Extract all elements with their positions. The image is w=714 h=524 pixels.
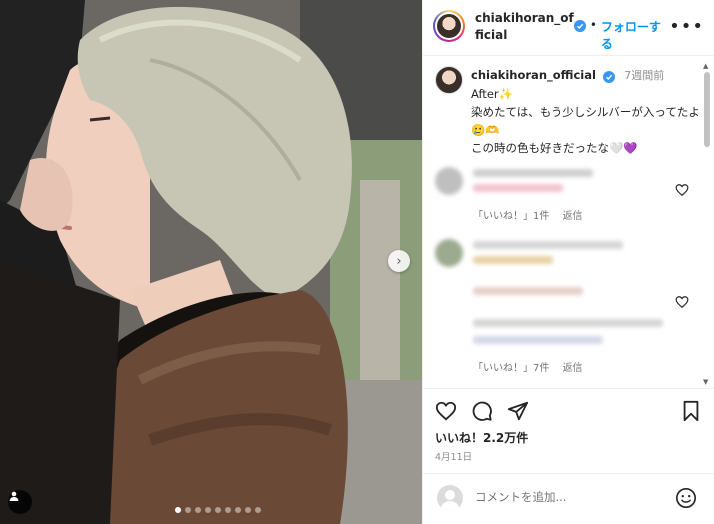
reply-button[interactable]: 返信 [563,363,583,374]
comment-blurred-text [473,241,673,264]
like-count[interactable]: いいね！2.2万件 [435,429,528,446]
comment-like-count[interactable]: 「いいね！」7件 [473,363,549,374]
carousel-dots [175,507,261,513]
comments-scrollbar[interactable]: ▲ ▼ [703,62,711,386]
scrollbar-thumb[interactable] [704,72,710,147]
user-tag-icon[interactable] [8,490,32,514]
comment-blurred-text [473,169,623,192]
carousel-dot [185,507,191,513]
caption-avatar[interactable] [435,66,463,94]
post-caption: chiakihoran_official 7週間前 After✨ 染めたては、も… [423,57,714,157]
author-username[interactable]: chiakihoran_official [475,10,574,44]
photo-illustration [0,0,422,524]
comments-list[interactable]: chiakihoran_official 7週間前 After✨ 染めたては、も… [423,57,714,387]
carousel-dot [175,507,181,513]
reply-button[interactable]: 返信 [563,211,583,222]
share-icon[interactable] [507,400,529,422]
heart-icon[interactable] [675,295,689,309]
carousel-dot [225,507,231,513]
header-separator: • [589,18,597,32]
carousel-dot [215,507,221,513]
verified-badge-icon [602,71,615,83]
comment-blurred-text [473,319,693,344]
emoji-icon[interactable] [675,487,697,509]
comment-avatar[interactable] [435,239,463,267]
verified-badge-icon [574,20,586,32]
caption-timestamp[interactable]: 7週間前 [624,69,664,82]
comment-meta: 「いいね！」7件 返信 [473,359,593,374]
comment-icon[interactable] [471,400,493,422]
carousel-dot [195,507,201,513]
viewer-avatar [437,485,463,511]
caption-line: この時の色も好きだったな🤍💜 [471,141,638,155]
comment-avatar[interactable] [435,167,463,195]
author-avatar[interactable] [433,10,465,42]
carousel-dot [245,507,251,513]
bookmark-icon[interactable] [681,400,701,422]
more-options-icon[interactable]: ••• [669,16,704,37]
carousel-dot [255,507,261,513]
caption-line: 染めたては、もう少しシルバーが入ってたよ🥲🫶 [471,105,700,137]
post-actions: いいね！2.2万件 4月11日 [423,388,714,468]
carousel-dot [235,507,241,513]
carousel-dot [205,507,211,513]
post-header: chiakihoran_official • フォローする ••• [423,0,714,56]
heart-icon[interactable] [675,183,689,197]
comment-like-count[interactable]: 「いいね！」1件 [473,211,549,222]
post-photo[interactable]: › [0,0,422,524]
caption-line: After✨ [471,87,513,101]
heart-icon[interactable] [435,400,457,422]
comment-input[interactable] [475,490,655,504]
post-sidebar: chiakihoran_official • フォローする ••• chiaki… [422,0,714,524]
comment-meta: 「いいね！」1件 返信 [473,207,593,222]
add-comment-bar [423,473,714,524]
caption-username[interactable]: chiakihoran_official [471,68,596,82]
comment-blurred-text [473,287,673,295]
follow-button[interactable]: フォローする [601,18,669,52]
post-date[interactable]: 4月11日 [435,449,472,463]
next-arrow-icon[interactable]: › [388,250,410,272]
